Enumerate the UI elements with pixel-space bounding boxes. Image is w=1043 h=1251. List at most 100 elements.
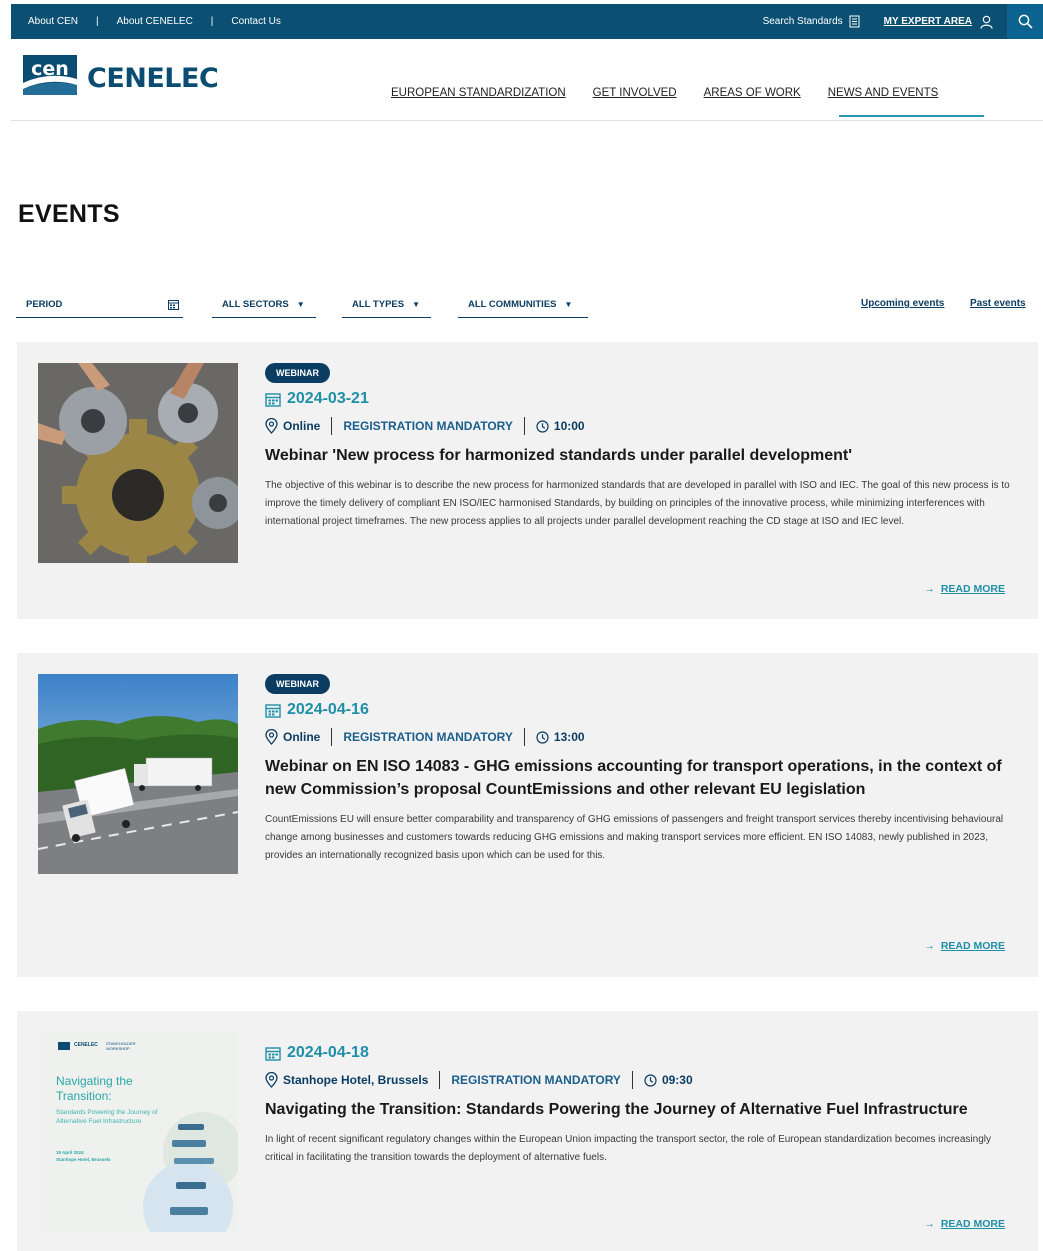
event-time: 13:00 [553,730,585,744]
document-icon [849,15,860,28]
location-pin-icon [265,729,278,745]
event-meta: Stanhope Hotel, Brussels REGISTRATION MA… [265,1071,1010,1089]
communities-filter[interactable]: ALL COMMUNITIES ▼ [458,292,588,318]
event-description: The objective of this webinar is to desc… [265,480,1010,527]
event-image-workshop-poster[interactable]: CENELEC STAKEHOLDER WORKSHOP Navigating … [38,1032,238,1232]
period-filter[interactable]: PERIOD [16,292,183,318]
svg-text:cen: cen [31,58,69,80]
event-date-text: 2024-03-21 [287,390,369,407]
upcoming-events-tab[interactable]: Upcoming events [861,298,944,309]
caret-down-icon: ▼ [564,300,573,309]
event-card: WEBINAR 2024-03-21 Online REGISTRATION M… [17,342,1038,619]
event-registration: REGISTRATION MANDATORY [451,1073,621,1087]
separator [439,1071,441,1089]
event-title[interactable]: Webinar on EN ISO 14083 - GHG emissions … [265,755,1010,801]
poster-header-left: CENELEC [74,1042,98,1048]
event-meta: Online REGISTRATION MANDATORY 13:00 [265,728,1010,746]
location-pin-icon [265,418,278,434]
search-standards-label: Search Standards [762,16,843,27]
cen-cenelec-logo[interactable]: cen CENELEC [21,53,219,103]
read-more-label: READ MORE [940,1218,1005,1230]
calendar-icon [265,1046,281,1061]
sectors-label: ALL SECTORS [222,299,289,310]
nav-european-standardization[interactable]: EUROPEAN STANDARDIZATION [391,87,566,99]
event-location: Online [283,730,321,744]
calendar-icon [265,392,281,407]
event-title[interactable]: Navigating the Transition: Standards Pow… [265,1098,1010,1121]
main-header: cen CENELEC EUROPEAN STANDARDIZATION GET… [11,39,1043,121]
arrow-right-icon: → [924,940,935,952]
nav-news-and-events[interactable]: NEWS AND EVENTS [828,87,939,99]
main-navigation: EUROPEAN STANDARDIZATION GET INVOLVED AR… [391,87,984,117]
nav-areas-of-work[interactable]: AREAS OF WORK [704,87,801,99]
poster-header-right: STAKEHOLDER WORKSHOP [106,1041,136,1051]
user-icon [980,15,993,29]
sectors-filter[interactable]: ALL SECTORS ▼ [212,292,316,318]
event-title[interactable]: Webinar 'New process for harmonized stan… [265,444,1010,467]
event-date: 2024-03-21 [265,390,1010,408]
event-date-text: 2024-04-16 [287,701,369,718]
about-cenelec-link[interactable]: About CENELEC [117,16,193,27]
read-more-label: READ MORE [940,940,1005,952]
my-expert-area-label: MY EXPERT AREA [883,16,972,27]
event-date: 2024-04-16 [265,701,1010,719]
utility-links: About CEN | About CENELEC | Contact Us [11,16,281,27]
event-content: WEBINAR 2024-03-21 Online REGISTRATION M… [265,363,1010,531]
caret-down-icon: ▼ [296,300,305,309]
clock-icon [536,419,549,433]
event-time: 09:30 [661,1073,693,1087]
event-image-gears[interactable] [38,363,238,563]
poster-venue: Stanhope Hotel, Brussels [56,1157,111,1162]
event-location: Stanhope Hotel, Brussels [283,1073,429,1087]
search-button[interactable] [1007,4,1043,39]
types-filter[interactable]: ALL TYPES ▼ [342,292,431,318]
read-more-link[interactable]: → READ MORE [924,1218,1005,1230]
cen-logo-mark-icon: cen [23,55,77,95]
event-time: 10:00 [553,419,585,433]
period-label: PERIOD [26,299,63,310]
poster-subheading: Standards Powering the Journey of Altern… [56,1109,158,1125]
event-description: CountEmissions EU will ensure better com… [265,814,1004,861]
logo-wordmark: CENELEC [87,62,219,94]
clock-icon [644,1073,657,1087]
separator [523,728,525,746]
read-more-label: READ MORE [940,583,1005,595]
event-date: 2024-04-18 [265,1044,1010,1062]
separator [331,417,333,435]
separator [631,1071,633,1089]
about-cen-link[interactable]: About CEN [28,16,78,27]
read-more-link[interactable]: → READ MORE [924,940,1005,952]
event-location: Online [283,419,321,433]
event-registration: REGISTRATION MANDATORY [343,419,513,433]
event-type-badge: WEBINAR [265,674,330,694]
past-events-tab[interactable]: Past events [970,298,1026,309]
event-type-badge: WEBINAR [265,363,330,383]
event-content: WEBINAR 2024-04-16 Online REGISTRATION M… [265,674,1010,865]
event-content: 2024-04-18 Stanhope Hotel, Brussels REGI… [265,1044,1010,1167]
event-registration: REGISTRATION MANDATORY [343,730,513,744]
read-more-link[interactable]: → READ MORE [924,583,1005,595]
location-pin-icon [265,1072,278,1088]
communities-label: ALL COMMUNITIES [468,299,557,310]
event-meta: Online REGISTRATION MANDATORY 10:00 [265,417,1010,435]
event-image-trucks[interactable] [38,674,238,874]
separator: | [210,16,214,27]
separator: | [96,16,99,27]
event-card: WEBINAR 2024-04-16 Online REGISTRATION M… [17,653,1038,977]
my-expert-area-link[interactable]: MY EXPERT AREA [884,15,1007,29]
utility-right: Search Standards MY EXPERT AREA [763,4,1043,39]
search-icon [1018,14,1033,29]
poster-date: 18 April 2024 [56,1150,84,1155]
contact-us-link[interactable]: Contact Us [231,16,280,27]
nav-get-involved[interactable]: GET INVOLVED [593,87,677,99]
top-utility-bar: About CEN | About CENELEC | Contact Us S… [11,4,1043,39]
clock-icon [536,730,549,744]
arrow-right-icon: → [924,1218,935,1230]
event-description: In light of recent significant regulator… [265,1134,991,1163]
arrow-right-icon: → [924,583,935,595]
active-nav-indicator [839,115,984,117]
search-standards-link[interactable]: Search Standards [763,15,860,28]
page-title: EVENTS [18,200,120,228]
event-card: CENELEC STAKEHOLDER WORKSHOP Navigating … [17,1011,1038,1251]
event-date-text: 2024-04-18 [287,1044,369,1061]
